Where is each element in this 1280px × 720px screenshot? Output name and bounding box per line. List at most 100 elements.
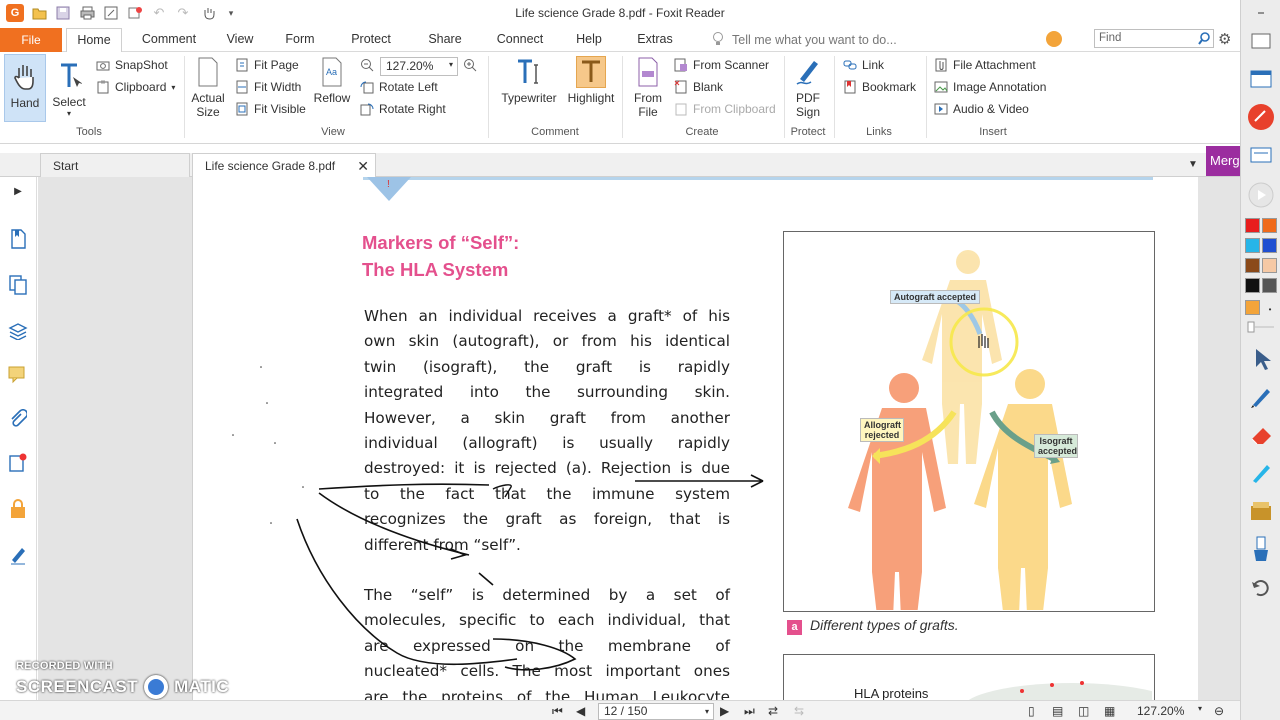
next-page-icon[interactable]: ▶ [720, 704, 729, 718]
tab-file[interactable]: File [0, 28, 62, 52]
rotate-right-button[interactable]: Rotate Right [360, 102, 446, 116]
undo-tool-icon[interactable] [1246, 574, 1276, 600]
bookmark-label: Bookmark [862, 80, 917, 94]
notification-icon[interactable] [1046, 31, 1062, 47]
zoom-in-button[interactable] [463, 58, 482, 72]
first-page-icon[interactable]: ⏮ [552, 704, 563, 719]
reflow-button[interactable]: Aa Reflow [312, 56, 352, 105]
snapshot-button[interactable]: SnapShot [96, 58, 168, 72]
pointer-tool-icon[interactable] [1246, 346, 1276, 372]
highlight-button[interactable]: Highlight [565, 56, 617, 105]
clipboard-button[interactable]: Clipboard ▾ [96, 80, 175, 94]
attachments-panel-icon[interactable] [8, 409, 28, 429]
tab-help[interactable]: Help [570, 28, 608, 52]
chevron-down-icon[interactable]: ▾ [1198, 704, 1202, 713]
color-brown-swatch[interactable] [1245, 258, 1260, 273]
facing-icon[interactable]: ◫ [1078, 704, 1089, 718]
from-scanner-button[interactable]: From Scanner [674, 58, 769, 72]
brush-size-slider[interactable] [1246, 316, 1276, 336]
single-page-icon[interactable]: ▯ [1028, 704, 1035, 718]
document-view[interactable]: ! Markers of “Self”: The HLA System When… [38, 177, 1240, 700]
pen-tool-icon[interactable] [1246, 384, 1276, 410]
tell-me-placeholder: Tell me what you want to do... [732, 33, 897, 47]
link-button[interactable]: Link [843, 58, 884, 72]
color-gray-swatch[interactable] [1262, 278, 1277, 293]
image-annotation-button[interactable]: Image Annotation [934, 80, 1046, 94]
color-cyan-swatch[interactable] [1245, 238, 1260, 253]
tab-share[interactable]: Share [422, 28, 468, 52]
rotate-left-button[interactable]: Rotate Left [360, 80, 438, 94]
color-red-swatch[interactable] [1245, 218, 1260, 233]
screen-icon[interactable] [1246, 142, 1276, 168]
comments-panel-icon[interactable] [8, 365, 28, 385]
status-zoom-value[interactable]: 127.20% [1137, 704, 1184, 718]
tab-home[interactable]: Home [66, 28, 122, 53]
zoom-out-icon[interactable]: ⊖ [1214, 704, 1224, 718]
chevron-down-icon[interactable]: ▼ [1188, 159, 1198, 170]
tab-view[interactable]: View [220, 28, 260, 52]
hand-tool-button[interactable]: Hand [4, 54, 46, 122]
color-orange-swatch[interactable] [1262, 218, 1277, 233]
maximize-icon[interactable] [1246, 28, 1276, 54]
tab-extras[interactable]: Extras [632, 28, 678, 52]
from-file-button[interactable]: From File [628, 56, 668, 119]
signatures-panel-icon[interactable] [8, 453, 28, 473]
reflow-icon: Aa [317, 56, 347, 88]
gear-icon[interactable]: ⚙ [1218, 30, 1231, 48]
bookmark-button[interactable]: Bookmark [843, 80, 916, 94]
record-stop-icon[interactable] [1246, 104, 1276, 130]
play-icon[interactable] [1246, 182, 1276, 208]
whiteboard-icon[interactable] [1246, 498, 1276, 524]
tab-form[interactable]: Form [280, 28, 320, 52]
fit-width-button[interactable]: Fit Width [235, 80, 301, 94]
pdf-sign-panel-icon[interactable] [8, 545, 28, 565]
layers-panel-icon[interactable] [8, 321, 28, 341]
window-icon[interactable] [1246, 66, 1276, 92]
file-attachment-button[interactable]: File Attachment [934, 58, 1036, 72]
ribbon-divider [834, 56, 835, 138]
color-black-swatch[interactable] [1245, 278, 1260, 293]
zoom-level-select[interactable]: 127.20% ▾ [380, 57, 458, 76]
audio-video-button[interactable]: Audio & Video [934, 102, 1029, 116]
security-panel-icon[interactable] [8, 499, 28, 519]
color-blue-swatch[interactable] [1262, 238, 1277, 253]
blank-button[interactable]: Blank [674, 80, 723, 94]
tab-comment[interactable]: Comment [136, 28, 202, 52]
video-icon [934, 102, 948, 116]
image-icon [934, 80, 948, 94]
merge-panel-tab[interactable]: Merg [1206, 146, 1240, 176]
from-clipboard-button[interactable]: From Clipboard [674, 102, 776, 116]
minimize-icon[interactable]: ⎯ [1246, 0, 1276, 24]
actual-size-button[interactable]: Actual Size [188, 56, 228, 119]
continuous-icon[interactable]: ▤ [1052, 704, 1063, 718]
fit-visible-button[interactable]: Fit Visible [235, 102, 306, 116]
last-page-icon[interactable]: ⏭ [744, 704, 755, 719]
previous-page-icon[interactable]: ◀ [576, 704, 585, 718]
zoom-tool-icon[interactable] [1246, 536, 1276, 562]
tab-start[interactable]: Start [40, 153, 190, 177]
bookmarks-panel-icon[interactable] [8, 229, 28, 249]
typewriter-button[interactable]: Typewriter [496, 56, 562, 105]
previous-view-icon[interactable]: ⇄ [768, 704, 778, 718]
tab-connect[interactable]: Connect [492, 28, 548, 52]
zoom-out-button[interactable] [360, 58, 379, 72]
fit-page-button[interactable]: Fit Page [235, 58, 299, 72]
color-peach-swatch[interactable] [1262, 258, 1277, 273]
continuous-facing-icon[interactable]: ▦ [1104, 704, 1115, 718]
group-label-view: View [321, 126, 345, 138]
pages-panel-icon[interactable] [8, 275, 28, 295]
eraser-icon[interactable] [1246, 422, 1276, 448]
close-icon[interactable]: ✕ [357, 154, 369, 178]
find-input[interactable]: Find [1094, 29, 1214, 48]
search-icon[interactable] [1197, 31, 1211, 48]
select-tool-button[interactable]: Select ▾ [48, 60, 90, 118]
highlighter-icon[interactable] [1246, 460, 1276, 486]
tell-me-search[interactable]: Tell me what you want to do... [712, 32, 897, 47]
page-number-field[interactable]: 12 / 150 ▾ [598, 703, 714, 720]
pdf-sign-button[interactable]: PDF Sign [788, 56, 828, 119]
selected-color-swatch[interactable] [1245, 300, 1260, 315]
next-view-icon[interactable]: ⇆ [794, 704, 804, 718]
tab-protect[interactable]: Protect [345, 28, 397, 52]
tab-document[interactable]: Life science Grade 8.pdf ✕ [192, 153, 376, 178]
expand-pane-icon[interactable]: ▶ [8, 181, 28, 201]
